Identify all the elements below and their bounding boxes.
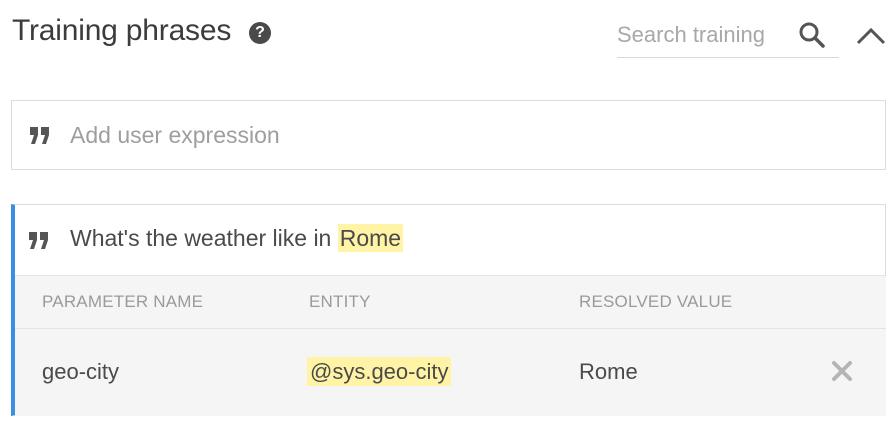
- quote-icon: [29, 232, 48, 249]
- question-circle-icon[interactable]: ?: [249, 22, 271, 44]
- table-row: geo-city @sys.geo-city Rome: [15, 329, 886, 416]
- quote-icon: [30, 127, 49, 144]
- column-header-parameter-name: PARAMETER NAME: [42, 292, 204, 311]
- search-input[interactable]: [617, 18, 787, 52]
- phrase-text-before: What's the weather like in: [70, 225, 338, 251]
- training-phrase-card: What's the weather like in Rome PARAMETE…: [11, 204, 886, 416]
- column-header-entity: ENTITY: [309, 292, 371, 311]
- add-user-expression-box[interactable]: [11, 100, 886, 170]
- parameter-name-cell[interactable]: geo-city: [42, 359, 119, 385]
- section-title: Training phrases: [12, 14, 232, 47]
- column-header-resolved-value: RESOLVED VALUE: [579, 292, 733, 311]
- close-icon[interactable]: [830, 359, 854, 383]
- parameter-table-header: PARAMETER NAME ENTITY RESOLVED VALUE: [15, 275, 886, 329]
- training-phrase[interactable]: What's the weather like in Rome: [15, 205, 886, 275]
- search-box: [617, 14, 839, 58]
- search-icon[interactable]: [797, 20, 827, 50]
- entity-chip[interactable]: @sys.geo-city: [307, 357, 452, 386]
- annotated-entity-highlight[interactable]: Rome: [337, 224, 404, 252]
- chevron-up-icon[interactable]: [854, 22, 888, 48]
- entity-cell: @sys.geo-city: [307, 357, 452, 386]
- training-phrase-text: What's the weather like in Rome: [70, 224, 404, 252]
- training-phrases-header: Training phrases ?: [0, 0, 896, 80]
- add-user-expression-input[interactable]: [70, 115, 850, 155]
- resolved-value-cell[interactable]: Rome: [579, 359, 638, 385]
